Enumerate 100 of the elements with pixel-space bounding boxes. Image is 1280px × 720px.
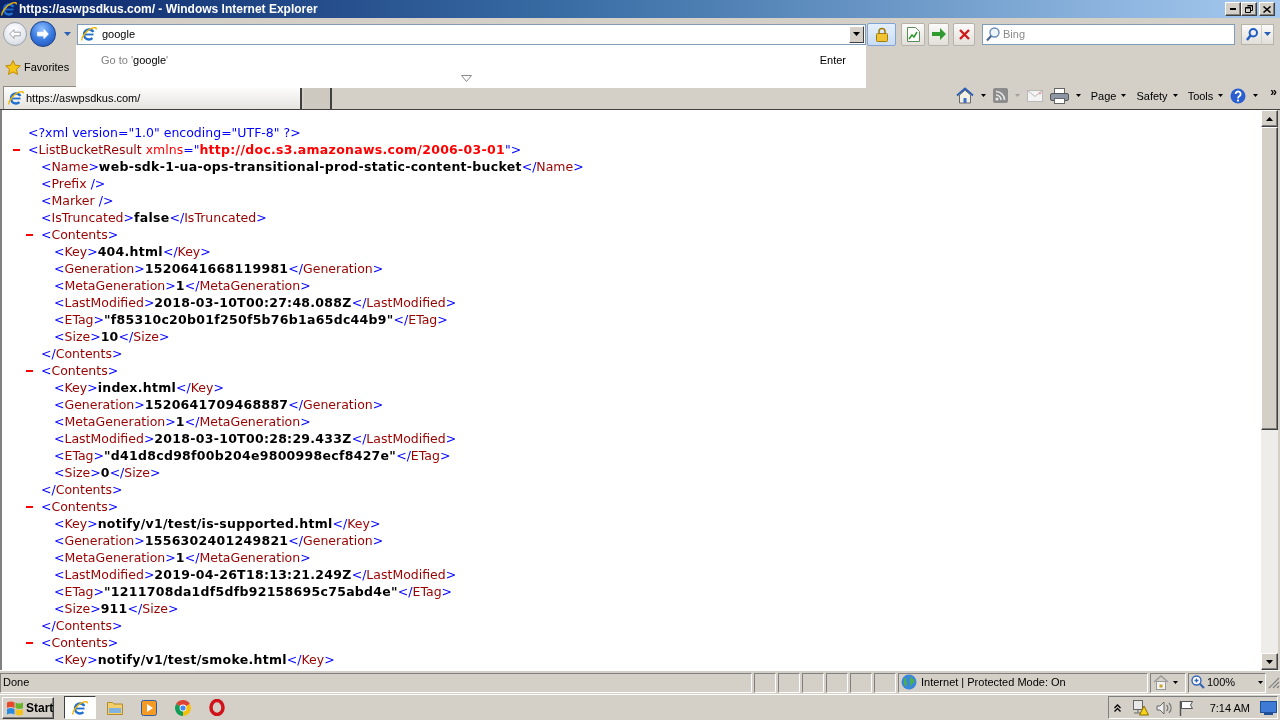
close-button[interactable] [1259, 2, 1275, 16]
chevron-up-icon[interactable] [1113, 703, 1121, 712]
caret-icon[interactable] [980, 94, 986, 97]
browser-tab[interactable]: https://aswpsdkus.com/ [3, 86, 302, 109]
home-icon[interactable] [955, 87, 974, 104]
show-desktop-icon[interactable] [1260, 700, 1277, 715]
minus-icon[interactable] [26, 641, 33, 644]
xml-line: <Contents> [41, 227, 119, 242]
restore-button[interactable] [1241, 2, 1257, 16]
xml-line: <Contents> [41, 363, 119, 378]
minimize-button[interactable] [1225, 2, 1241, 16]
status-panel [802, 672, 824, 693]
xml-line: <Marker /> [41, 193, 114, 208]
caret-icon[interactable] [853, 32, 860, 36]
app-icon [1, 1, 17, 17]
minus-icon[interactable] [26, 505, 33, 508]
play-icon [141, 699, 157, 716]
status-panel [778, 672, 800, 693]
xml-line: <Key>index.html</Key> [54, 380, 224, 395]
caret-icon[interactable] [1258, 680, 1263, 684]
minus-icon[interactable] [13, 148, 20, 151]
caret-icon[interactable] [1075, 94, 1081, 97]
xml-line: <LastModified>2019-04-26T18:13:21.249Z</LastModified> [54, 567, 457, 582]
search-button[interactable] [1241, 23, 1261, 45]
address-field[interactable]: google [77, 23, 866, 45]
globe-icon [901, 674, 917, 690]
zoom-icon [1191, 675, 1205, 689]
xml-line: <Size>911</Size> [54, 601, 179, 616]
clock: 7:14 AM [1209, 701, 1250, 714]
xml-line: <ETag>"1211708da1df5dfb92158695c75abd4e"</ETag> [54, 584, 453, 599]
status-panel [826, 672, 848, 693]
forward-button[interactable] [30, 21, 56, 47]
taskbar-button[interactable] [64, 696, 96, 719]
status-panel [850, 672, 872, 693]
stop-button[interactable] [953, 22, 975, 46]
chart-page-icon [906, 26, 920, 42]
xml-line: <LastModified>2018-03-10T00:28:29.433Z</LastModified> [54, 431, 457, 446]
caret-icon[interactable] [1173, 680, 1178, 684]
network-warning-icon[interactable] [1131, 699, 1149, 716]
favorites-button[interactable]: Favorites [5, 59, 70, 75]
up-arrow-icon [1266, 116, 1273, 121]
xml-line: <Key>404.html</Key> [54, 244, 211, 259]
xml-line: <Generation>1556302401249821</Generation> [54, 533, 384, 548]
xml-line: <Generation>1520641668119981</Generation> [54, 261, 384, 276]
start-button[interactable]: Start [2, 696, 54, 719]
down-arrow-icon [1266, 659, 1273, 664]
right-arrow-icon [931, 28, 946, 40]
shortcut-hint: Enter [819, 54, 846, 66]
status-text: Done [3, 676, 30, 688]
xml-line: <Generation>1520641709468887</Generation> [54, 397, 384, 412]
start-logo-icon [6, 699, 24, 716]
address-input[interactable]: google [102, 28, 844, 40]
caret-icon[interactable] [1218, 94, 1224, 97]
scroll-down-button[interactable] [1261, 653, 1278, 670]
menu-button[interactable]: Page [1090, 89, 1127, 102]
close-icon [1263, 5, 1271, 13]
xml-line: <Key>notify/v1/test/smoke.html</Key> [54, 652, 335, 667]
suggestion-item[interactable]: Go to 'google' [101, 54, 169, 66]
xml-line: <Contents> [41, 635, 119, 650]
search-field[interactable]: Bing [982, 23, 1235, 45]
search-input[interactable]: Bing [1003, 28, 1231, 40]
flag-icon[interactable] [1178, 699, 1194, 716]
ring-logo-icon [209, 699, 225, 716]
xml-line: </Contents> [41, 618, 123, 633]
go-button[interactable] [928, 22, 949, 46]
close-icon [958, 28, 970, 40]
xml-line: <MetaGeneration>1</MetaGeneration> [54, 414, 311, 429]
lock-icon [875, 26, 888, 42]
caret-icon[interactable] [1172, 94, 1178, 97]
xml-line: <MetaGeneration>1</MetaGeneration> [54, 550, 311, 565]
help-icon[interactable] [1230, 87, 1247, 104]
caret-icon[interactable] [1121, 94, 1127, 97]
minus-icon[interactable] [26, 233, 33, 236]
volume-icon[interactable] [1155, 700, 1173, 715]
scroll-up-button[interactable] [1261, 110, 1278, 127]
tricolor-circle-icon [175, 699, 191, 716]
xml-line: <Key>notify/v1/test/is-supported.html</Key> [54, 516, 381, 531]
browser-icon [72, 699, 88, 716]
menu-button[interactable]: Safety [1136, 89, 1178, 102]
folder-icon [107, 700, 123, 715]
xml-line: <Prefix /> [41, 176, 106, 191]
caret-icon[interactable] [1253, 94, 1259, 97]
new-tab-button[interactable] [304, 86, 332, 109]
restore-icon [1245, 5, 1253, 13]
xml-line: <Size>10</Size> [54, 329, 170, 344]
xml-line: <ETag>"f85310c20b01f250f5b76b1a65dc44b9"</ETag> [54, 312, 448, 327]
compatibility-button[interactable] [901, 22, 925, 46]
xml-line: <MetaGeneration>1</MetaGeneration> [54, 278, 311, 293]
xml-line: <LastModified>2018-03-10T00:27:48.088Z</LastModified> [54, 295, 457, 310]
minus-icon[interactable] [26, 369, 33, 372]
xml-line: </Contents> [41, 482, 123, 497]
printer-icon[interactable] [1049, 87, 1069, 104]
menu-button[interactable]: Tools [1187, 89, 1224, 102]
overflow-button[interactable]: » [1270, 86, 1277, 98]
page-icon [81, 26, 97, 42]
scrollbar-thumb[interactable] [1261, 127, 1278, 430]
search-icon [986, 26, 1000, 42]
right-arrow-icon [37, 29, 49, 39]
status-panel [874, 672, 896, 693]
xml-line: <Size>0</Size> [54, 465, 161, 480]
